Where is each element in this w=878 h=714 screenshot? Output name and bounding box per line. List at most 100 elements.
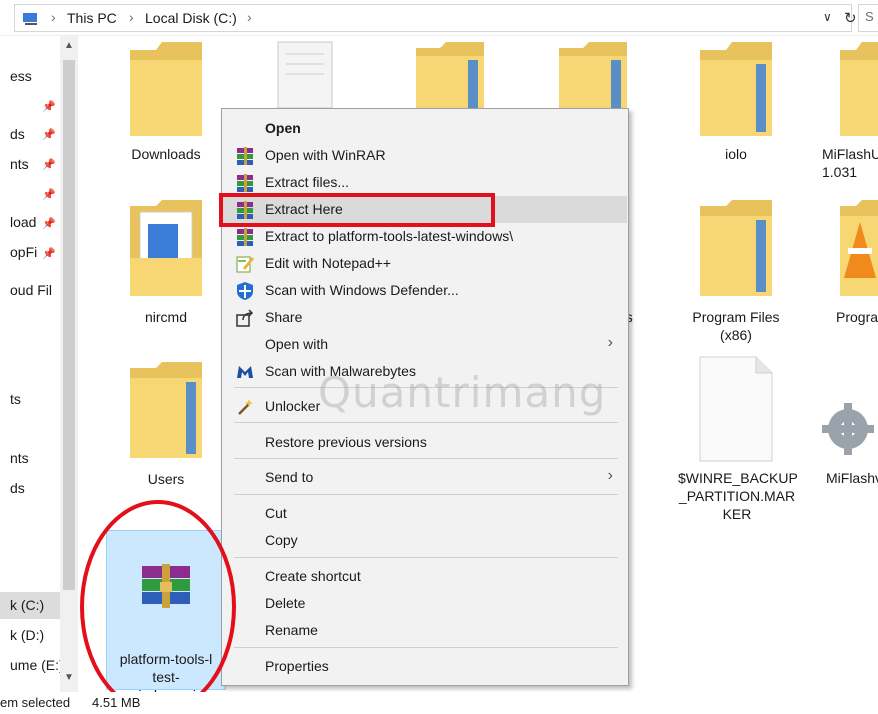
- menu-item-label: Send to: [265, 469, 314, 485]
- menu-item-rename[interactable]: Rename: [223, 617, 627, 644]
- menu-item-scan-defender[interactable]: Scan with Windows Defender...: [223, 277, 627, 304]
- menu-item-delete[interactable]: Delete: [223, 590, 627, 617]
- menu-item-label: Extract files...: [265, 174, 350, 190]
- history-dropdown-icon[interactable]: ∨: [823, 10, 832, 24]
- nav-item[interactable]: ts: [10, 391, 21, 407]
- address-field[interactable]: › This PC › Local Disk (C:) › ∨ ↻: [14, 4, 857, 32]
- notepad-plus-icon: [236, 256, 254, 273]
- breadcrumb-local-disk-c[interactable]: Local Disk (C:): [145, 10, 237, 26]
- menu-separator: [234, 458, 618, 459]
- this-pc-icon: [23, 13, 37, 25]
- file-item-program-files[interactable]: Progra: [826, 198, 878, 328]
- file-item-program-files-x86[interactable]: Program Files (x86): [688, 198, 784, 348]
- nav-item[interactable]: load: [10, 214, 36, 230]
- file-item-winre-backup[interactable]: $WINRE_BACKUP _PARTITION.MAR KER: [678, 355, 798, 530]
- pin-icon: 📌: [42, 159, 56, 171]
- file-label: iolo: [725, 146, 747, 162]
- file-label: Downloads: [131, 146, 201, 162]
- share-icon: [236, 309, 254, 327]
- scroll-up-icon[interactable]: ▲: [64, 40, 74, 51]
- nav-item[interactable]: ess: [10, 68, 32, 84]
- annotation-highlight-rectangle: [219, 193, 495, 227]
- winrar-icon: [237, 228, 253, 246]
- malwarebytes-icon: [237, 366, 253, 378]
- breadcrumb-separator: ›: [129, 9, 134, 25]
- file-label: MiFlashv: [826, 470, 878, 486]
- menu-item-label: Open: [265, 120, 301, 136]
- breadcrumb-separator: ›: [51, 9, 56, 25]
- menu-item-restore-previous-versions[interactable]: Restore previous versions: [223, 429, 627, 456]
- unlocker-wand-icon: [238, 399, 253, 415]
- search-placeholder: S: [865, 9, 874, 24]
- winrar-icon: [237, 147, 253, 165]
- file-label: Program Files (x86): [692, 309, 780, 343]
- file-item-iolo[interactable]: iolo: [688, 40, 784, 170]
- file-label: nircmd: [144, 309, 187, 325]
- menu-separator: [234, 647, 618, 648]
- menu-item-open[interactable]: Open: [223, 115, 627, 142]
- menu-item-label: Cut: [265, 505, 287, 521]
- annotation-highlight-ellipse: [80, 500, 236, 714]
- menu-item-copy[interactable]: Copy: [223, 527, 627, 554]
- menu-item-label: Delete: [265, 595, 306, 611]
- menu-item-cut[interactable]: Cut: [223, 500, 627, 527]
- nav-item[interactable]: nts: [10, 156, 29, 172]
- file-item-miflash-unlock[interactable]: MiFlashU 1.031: [812, 40, 878, 185]
- file-item-nircmd[interactable]: nircmd: [118, 198, 214, 328]
- file-label: $WINRE_BACKUP _PARTITION.MAR KER: [678, 470, 798, 522]
- nav-item-volume-e[interactable]: ume (E:): [10, 657, 64, 673]
- file-label: Users: [147, 471, 185, 487]
- nav-item[interactable]: ds: [10, 480, 25, 496]
- blank-file-icon: [699, 356, 773, 462]
- gear-icon: [822, 403, 874, 455]
- folder-icon: [559, 42, 627, 110]
- folder-icon: [840, 42, 878, 136]
- menu-item-label: Open with: [265, 336, 329, 352]
- nav-item[interactable]: oud Fil: [10, 282, 52, 298]
- menu-item-label: Edit with Notepad++: [265, 255, 392, 271]
- file-explorer-window: › This PC › Local Disk (C:) › ∨ ↻ S ess …: [0, 0, 878, 714]
- menu-item-label: Properties: [265, 658, 329, 674]
- nav-item-local-disk-c[interactable]: k (C:): [10, 597, 44, 613]
- menu-item-edit-notepad-plus[interactable]: Edit with Notepad++: [223, 250, 627, 277]
- file-item-downloads[interactable]: Downloads: [118, 40, 214, 170]
- folder-icon: [700, 200, 772, 296]
- menu-item-label: Extract to platform-tools-latest-windows…: [265, 228, 514, 244]
- menu-separator: [234, 557, 618, 558]
- menu-item-label: Share: [265, 309, 303, 325]
- scrollbar-thumb[interactable]: [63, 60, 75, 590]
- pin-icon: 📌: [42, 218, 56, 230]
- nav-item[interactable]: nts: [10, 450, 29, 466]
- nav-item[interactable]: ds: [10, 126, 25, 142]
- nav-scrollbar[interactable]: ▲ ▼: [60, 36, 78, 692]
- refresh-icon[interactable]: ↻: [844, 9, 857, 27]
- menu-item-open-with-winrar[interactable]: Open with WinRAR: [223, 142, 627, 169]
- nav-item-local-disk-d[interactable]: k (D:): [10, 627, 44, 643]
- menu-item-label: Unlocker: [265, 398, 321, 414]
- file-item-users[interactable]: Users: [118, 360, 214, 490]
- folder-icon: [700, 42, 772, 136]
- menu-item-extract-files[interactable]: Extract files...: [223, 169, 627, 196]
- nav-item[interactable]: opFi: [10, 244, 37, 260]
- status-size: 4.51 MB: [92, 695, 141, 710]
- breadcrumb-separator[interactable]: ›: [247, 9, 252, 25]
- folder-icon: [130, 42, 202, 136]
- status-bar: em selected 4.51 MB: [0, 692, 878, 714]
- breadcrumb-this-pc[interactable]: This PC: [67, 10, 117, 26]
- menu-item-share[interactable]: Share: [223, 304, 627, 331]
- search-input[interactable]: S: [858, 4, 878, 32]
- menu-item-send-to[interactable]: Send to ›: [223, 464, 627, 491]
- document-folder-icon: [130, 200, 202, 296]
- pin-icon: 📌: [42, 101, 56, 113]
- menu-item-open-with[interactable]: Open with ›: [223, 331, 627, 358]
- menu-item-properties[interactable]: Properties: [223, 653, 627, 680]
- menu-item-label: Restore previous versions: [265, 434, 427, 450]
- menu-item-extract-to-folder[interactable]: Extract to platform-tools-latest-windows…: [223, 223, 627, 250]
- file-item-miflash[interactable]: MiFlashv: [818, 395, 878, 495]
- pin-icon: 📌: [42, 189, 56, 201]
- file-label: Progra: [836, 309, 878, 325]
- scroll-down-icon[interactable]: ▼: [64, 672, 74, 683]
- menu-item-label: Rename: [265, 622, 318, 638]
- navigation-pane: ess ds 📌 nts 📌 📌 📌 load 📌 opFi 📌 oud Fil…: [0, 36, 80, 692]
- menu-item-create-shortcut[interactable]: Create shortcut: [223, 563, 627, 590]
